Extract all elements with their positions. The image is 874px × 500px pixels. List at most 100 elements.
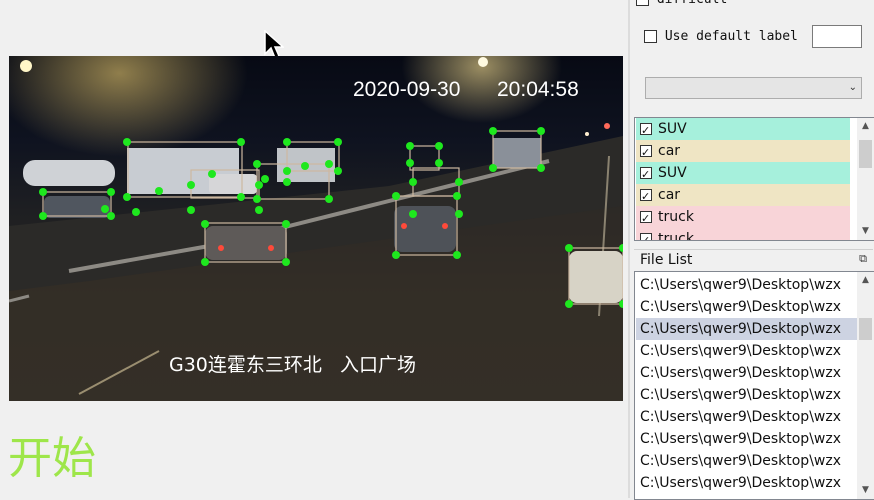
bbox-handle[interactable] bbox=[208, 170, 216, 178]
label-checkbox[interactable]: ✓ bbox=[640, 233, 652, 240]
label-text: car bbox=[658, 143, 681, 159]
chevron-down-icon[interactable]: ⌄ bbox=[849, 82, 857, 93]
label-text: truck bbox=[658, 209, 694, 225]
bbox-handle[interactable] bbox=[283, 167, 291, 175]
label-checkbox[interactable]: ✓ bbox=[640, 145, 652, 159]
bbox-handle[interactable] bbox=[155, 187, 163, 195]
checkmark-icon: ✓ bbox=[641, 212, 651, 225]
bbox-handle[interactable] bbox=[101, 205, 109, 213]
file-list-item[interactable]: C:\Users\qwer9\Desktop\wzx bbox=[636, 428, 854, 450]
label-list[interactable]: ✓ SUV ✓ car ✓ SUV ✓ car ✓ truck ✓ truck ▲ ▼ bbox=[634, 117, 874, 241]
bbox-handle[interactable] bbox=[334, 138, 342, 146]
file-list-item[interactable]: C:\Users\qwer9\Desktop\wzx bbox=[636, 274, 854, 296]
bbox-handle[interactable] bbox=[334, 167, 342, 175]
bbox-handle[interactable] bbox=[123, 138, 131, 146]
bbox-handle[interactable] bbox=[301, 162, 309, 170]
label-list-item[interactable]: ✓ truck bbox=[636, 206, 850, 228]
annotation-canvas[interactable]: 2020-09-30 20:04:58 G30连霍东三环北 入口广场 开始 bbox=[0, 0, 628, 498]
bbox-handle[interactable] bbox=[237, 193, 245, 201]
scroll-thumb[interactable] bbox=[859, 318, 872, 340]
file-list-item[interactable]: C:\Users\qwer9\Desktop\wzx bbox=[636, 450, 854, 472]
bbox-handle[interactable] bbox=[565, 244, 573, 252]
scroll-down-icon[interactable]: ▼ bbox=[857, 223, 874, 240]
file-list-item[interactable]: C:\Users\qwer9\Desktop\wzx bbox=[636, 340, 854, 362]
label-list-item[interactable]: ✓ car bbox=[636, 140, 850, 162]
label-checkbox[interactable]: ✓ bbox=[640, 211, 652, 225]
bbox-handle[interactable] bbox=[39, 188, 47, 196]
file-list-item[interactable]: C:\Users\qwer9\Desktop\wzx bbox=[636, 318, 870, 340]
bbox-handle[interactable] bbox=[253, 195, 261, 203]
scroll-up-icon[interactable]: ▲ bbox=[857, 118, 874, 135]
label-list-item[interactable]: ✓ SUV bbox=[636, 162, 850, 184]
use-default-label-box[interactable] bbox=[644, 30, 657, 43]
bbox-handle[interactable] bbox=[255, 206, 263, 214]
label-checkbox[interactable]: ✓ bbox=[640, 167, 652, 181]
bbox-car[interactable] bbox=[409, 145, 440, 171]
tail-light bbox=[604, 123, 610, 129]
bbox-handle[interactable] bbox=[123, 193, 131, 201]
bbox-handle[interactable] bbox=[455, 178, 463, 186]
bbox-handle[interactable] bbox=[406, 142, 414, 150]
bbox-handle[interactable] bbox=[187, 206, 195, 214]
difficult-label: difficult bbox=[657, 0, 727, 7]
file-list-item[interactable]: C:\Users\qwer9\Desktop\wzx bbox=[636, 472, 854, 494]
checkmark-icon: ✓ bbox=[641, 168, 651, 181]
video-frame[interactable]: 2020-09-30 20:04:58 G30连霍东三环北 入口广场 bbox=[9, 56, 623, 401]
bbox-handle[interactable] bbox=[489, 164, 497, 172]
difficult-checkbox-box[interactable] bbox=[636, 0, 649, 6]
bbox-handle[interactable] bbox=[283, 178, 291, 186]
bbox-handle[interactable] bbox=[453, 192, 461, 200]
bbox-handle[interactable] bbox=[255, 181, 263, 189]
file-list-item[interactable]: C:\Users\qwer9\Desktop\wzx bbox=[636, 296, 854, 318]
bbox-handle[interactable] bbox=[435, 142, 443, 150]
bbox-handle[interactable] bbox=[537, 164, 545, 172]
bbox-handle[interactable] bbox=[455, 210, 463, 218]
bbox-handle[interactable] bbox=[435, 159, 443, 167]
difficult-checkbox[interactable]: difficult bbox=[636, 0, 727, 7]
label-checkbox[interactable]: ✓ bbox=[640, 189, 652, 203]
bbox-handle[interactable] bbox=[282, 220, 290, 228]
label-checkbox[interactable]: ✓ bbox=[640, 123, 652, 137]
bbox-handle[interactable] bbox=[392, 192, 400, 200]
bbox-handle[interactable] bbox=[325, 195, 333, 203]
file-list-item[interactable]: C:\Users\qwer9\Desktop\wzx bbox=[636, 362, 854, 384]
bbox-handle[interactable] bbox=[409, 178, 417, 186]
label-list-item[interactable]: ✓ car bbox=[636, 184, 850, 206]
label-list-scrollbar[interactable]: ▲ ▼ bbox=[857, 118, 874, 240]
bbox-handle[interactable] bbox=[201, 258, 209, 266]
car bbox=[209, 174, 257, 194]
bbox-handle[interactable] bbox=[253, 160, 261, 168]
default-label-input[interactable] bbox=[812, 25, 862, 48]
bbox-handle[interactable] bbox=[392, 251, 400, 259]
label-list-item[interactable]: ✓ SUV bbox=[636, 118, 850, 140]
bbox-handle[interactable] bbox=[187, 181, 195, 189]
bbox-handle[interactable] bbox=[453, 251, 461, 259]
label-list-item[interactable]: ✓ truck bbox=[636, 228, 850, 240]
bbox-handle[interactable] bbox=[409, 210, 417, 218]
use-default-label-checkbox[interactable]: Use default label bbox=[644, 29, 798, 44]
bbox-handle[interactable] bbox=[489, 127, 497, 135]
bbox-handle[interactable] bbox=[406, 159, 414, 167]
file-list-item[interactable]: C:\Users\qwer9\Desktop\wzx bbox=[636, 384, 854, 406]
bbox-handle[interactable] bbox=[107, 188, 115, 196]
bbox-handle[interactable] bbox=[261, 175, 269, 183]
label-combo[interactable]: ⌄ bbox=[645, 77, 862, 99]
file-list-scrollbar[interactable]: ▲ ▼ bbox=[857, 272, 874, 499]
bbox-handle[interactable] bbox=[283, 138, 291, 146]
bbox-handle[interactable] bbox=[237, 138, 245, 146]
bbox-handle[interactable] bbox=[39, 212, 47, 220]
scroll-down-icon[interactable]: ▼ bbox=[857, 482, 874, 499]
file-list[interactable]: C:\Users\qwer9\Desktop\wzx C:\Users\qwer9… bbox=[634, 271, 874, 500]
bbox-handle[interactable] bbox=[537, 127, 545, 135]
float-window-icon[interactable]: ⧉ bbox=[859, 252, 867, 266]
file-list-header: File List ⧉ bbox=[634, 249, 873, 270]
bbox-handle[interactable] bbox=[107, 212, 115, 220]
bbox-handle[interactable] bbox=[132, 208, 140, 216]
bbox-handle[interactable] bbox=[201, 220, 209, 228]
bbox-handle[interactable] bbox=[565, 300, 573, 308]
bbox-handle[interactable] bbox=[282, 258, 290, 266]
file-list-item[interactable]: C:\Users\qwer9\Desktop\wzx bbox=[636, 406, 854, 428]
scroll-thumb[interactable] bbox=[859, 140, 872, 168]
bbox-handle[interactable] bbox=[325, 160, 333, 168]
scroll-up-icon[interactable]: ▲ bbox=[857, 272, 874, 289]
